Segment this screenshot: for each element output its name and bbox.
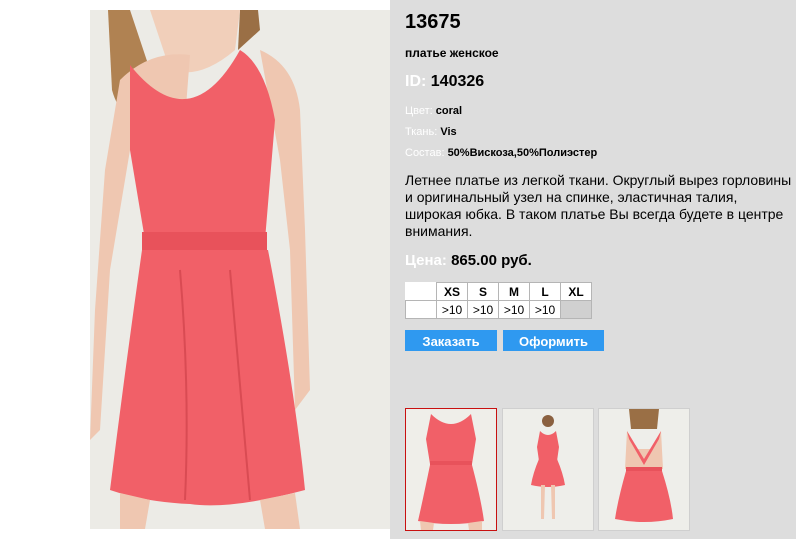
page-margin — [0, 0, 90, 539]
size-header-l[interactable]: L — [529, 282, 561, 301]
product-code: 13675 — [405, 11, 461, 33]
color-attribute: Цвет: coral — [405, 105, 462, 117]
size-header-xs[interactable]: XS — [436, 282, 468, 301]
size-header-s[interactable]: S — [467, 282, 499, 301]
fabric-value: Vis — [440, 126, 457, 138]
price-value: 865.00 руб. — [451, 252, 532, 269]
size-stock-l: >10 — [529, 300, 561, 319]
product-id: ID: 140326 — [405, 73, 484, 91]
product-id-value: 140326 — [430, 73, 485, 90]
product-info-panel: 13675 платье женское ID: 140326 Цвет: co… — [390, 0, 796, 539]
thumbnail-full-length[interactable] — [502, 408, 594, 531]
thumbnail-back[interactable] — [598, 408, 690, 531]
color-value: coral — [435, 105, 463, 117]
checkout-button[interactable]: Оформить — [503, 330, 604, 351]
price-label: Цена: — [405, 252, 447, 269]
size-stock-xs: >10 — [436, 300, 468, 319]
fabric-label: Ткань: — [405, 126, 438, 138]
main-product-photo[interactable] — [90, 10, 390, 529]
color-label: Цвет: — [405, 105, 433, 117]
product-title: платье женское — [405, 46, 499, 60]
size-header-xl[interactable]: XL — [560, 282, 592, 301]
price: Цена: 865.00 руб. — [405, 252, 532, 269]
composition-label: Состав: — [405, 147, 445, 159]
size-header-row: XS S M L XL — [405, 282, 592, 301]
size-stock-m: >10 — [498, 300, 530, 319]
product-id-label: ID: — [405, 73, 427, 90]
size-table-corner — [405, 282, 437, 301]
order-button[interactable]: Заказать — [405, 330, 497, 351]
size-stock-s: >10 — [467, 300, 499, 319]
size-table: XS S M L XL >10 >10 >10 >10 — [405, 282, 592, 319]
fabric-attribute: Ткань: Vis — [405, 126, 457, 138]
composition-value: 50%Вискоза,50%Полиэстер — [447, 147, 598, 159]
size-stock-xl — [560, 300, 592, 319]
composition-attribute: Состав: 50%Вискоза,50%Полиэстер — [405, 147, 597, 159]
size-header-m[interactable]: M — [498, 282, 530, 301]
size-row-label — [405, 300, 437, 319]
size-availability-row: >10 >10 >10 >10 — [405, 300, 592, 319]
thumbnail-front[interactable] — [405, 408, 497, 531]
product-description: Летнее платье из легкой ткани. Округлый … — [405, 172, 792, 239]
